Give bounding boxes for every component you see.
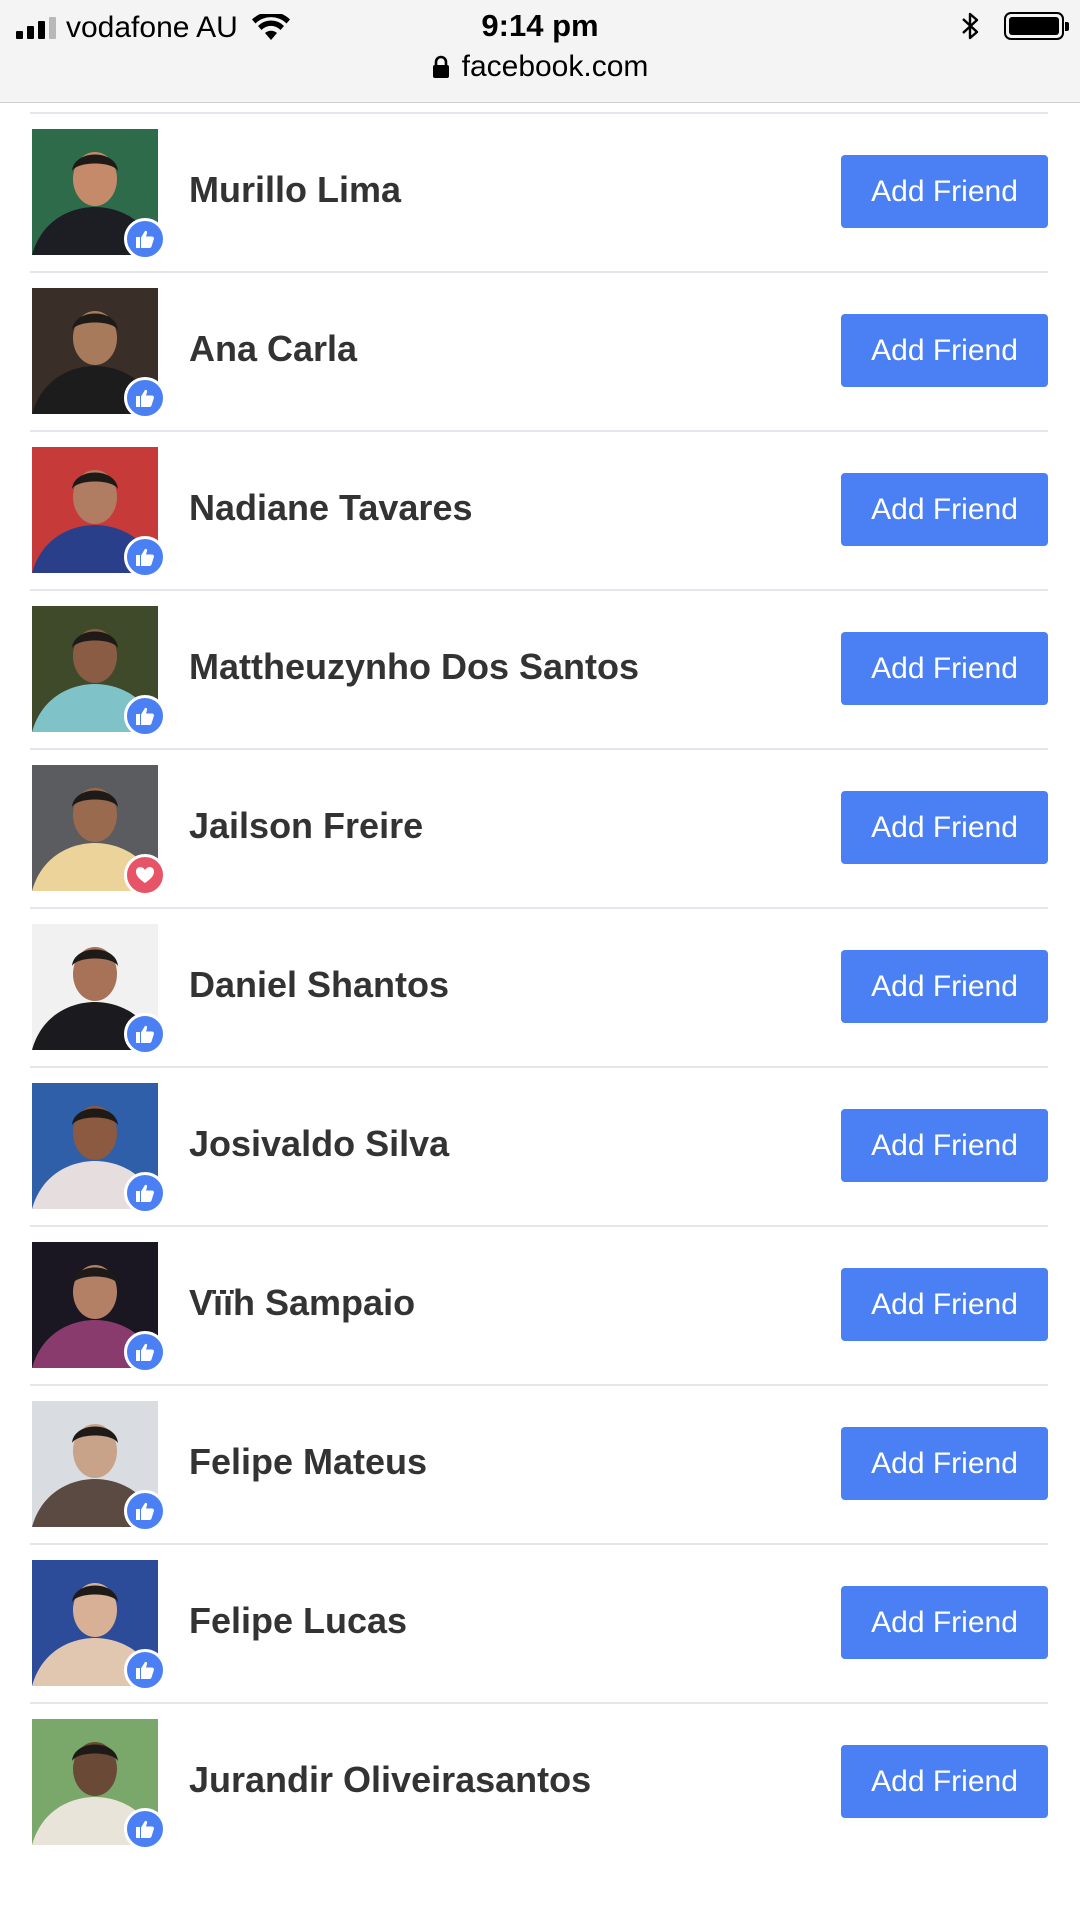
like-reaction-badge <box>124 1808 166 1850</box>
like-reaction-badge <box>124 1490 166 1532</box>
like-reaction-badge <box>124 1013 166 1055</box>
like-reaction-badge <box>124 218 166 260</box>
person-name[interactable]: Vïïh Sampaio <box>189 1282 415 1324</box>
thumbs-up-icon <box>136 548 154 566</box>
add-friend-button[interactable]: Add Friend <box>841 1268 1048 1341</box>
person-name[interactable]: Ana Carla <box>189 328 357 370</box>
person-name[interactable]: Nadiane Tavares <box>189 487 472 529</box>
like-reaction-badge <box>124 377 166 419</box>
thumbs-up-icon <box>136 1502 154 1520</box>
friend-suggestion-row: Felipe Lucas Add Friend <box>30 1543 1048 1702</box>
friend-suggestion-row: Ana Carla Add Friend <box>30 271 1048 430</box>
battery-icon <box>1004 12 1069 40</box>
people-you-may-know-list: Murillo Lima Add Friend Ana Carla Add Frien… <box>0 112 1080 1861</box>
friend-suggestion-row: Josivaldo Silva Add Friend <box>30 1066 1048 1225</box>
person-name[interactable]: Murillo Lima <box>189 169 401 211</box>
thumbs-up-icon <box>136 389 154 407</box>
address-bar[interactable]: facebook.com <box>0 50 1080 84</box>
friend-suggestion-row: Nadiane Tavares Add Friend <box>30 430 1048 589</box>
heart-icon <box>136 867 154 883</box>
friend-suggestion-row: Jurandir Oliveirasantos Add Friend <box>30 1702 1048 1861</box>
friend-suggestion-row: Felipe Mateus Add Friend <box>30 1384 1048 1543</box>
bluetooth-icon <box>962 12 979 40</box>
person-name[interactable]: Felipe Lucas <box>189 1600 407 1642</box>
thumbs-up-icon <box>136 707 154 725</box>
friend-suggestion-row: Daniel Shantos Add Friend <box>30 907 1048 1066</box>
thumbs-up-icon <box>136 230 154 248</box>
person-name[interactable]: Jailson Freire <box>189 805 423 847</box>
status-time: 9:14 pm <box>481 8 599 43</box>
like-reaction-badge <box>124 536 166 578</box>
add-friend-button[interactable]: Add Friend <box>841 950 1048 1023</box>
thumbs-up-icon <box>136 1184 154 1202</box>
add-friend-button[interactable]: Add Friend <box>841 1745 1048 1818</box>
like-reaction-badge <box>124 1649 166 1691</box>
add-friend-button[interactable]: Add Friend <box>841 1427 1048 1500</box>
add-friend-button[interactable]: Add Friend <box>841 791 1048 864</box>
thumbs-up-icon <box>136 1661 154 1679</box>
like-reaction-badge <box>124 1172 166 1214</box>
love-reaction-badge <box>124 854 166 896</box>
add-friend-button[interactable]: Add Friend <box>841 632 1048 705</box>
friend-suggestion-row: Vïïh Sampaio Add Friend <box>30 1225 1048 1384</box>
url-text[interactable]: facebook.com <box>462 50 649 84</box>
add-friend-button[interactable]: Add Friend <box>841 314 1048 387</box>
person-name[interactable]: Josivaldo Silva <box>189 1123 449 1165</box>
lock-icon <box>432 55 449 78</box>
add-friend-button[interactable]: Add Friend <box>841 1109 1048 1182</box>
friend-suggestion-row: Mattheuzynho Dos Santos Add Friend <box>30 589 1048 748</box>
status-right <box>960 8 1069 44</box>
person-name[interactable]: Felipe Mateus <box>189 1441 427 1483</box>
friend-suggestion-row: Murillo Lima Add Friend <box>30 112 1048 271</box>
add-friend-button[interactable]: Add Friend <box>841 1586 1048 1659</box>
person-name[interactable]: Mattheuzynho Dos Santos <box>189 646 639 688</box>
thumbs-up-icon <box>136 1343 154 1361</box>
like-reaction-badge <box>124 695 166 737</box>
person-name[interactable]: Daniel Shantos <box>189 964 449 1006</box>
person-name[interactable]: Jurandir Oliveirasantos <box>189 1759 591 1801</box>
like-reaction-badge <box>124 1331 166 1373</box>
thumbs-up-icon <box>136 1820 154 1838</box>
add-friend-button[interactable]: Add Friend <box>841 155 1048 228</box>
status-and-url-bar: vodafone AU 9:14 pm facebook.com <box>0 0 1080 103</box>
friend-suggestion-row: Jailson Freire Add Friend <box>30 748 1048 907</box>
thumbs-up-icon <box>136 1025 154 1043</box>
add-friend-button[interactable]: Add Friend <box>841 473 1048 546</box>
